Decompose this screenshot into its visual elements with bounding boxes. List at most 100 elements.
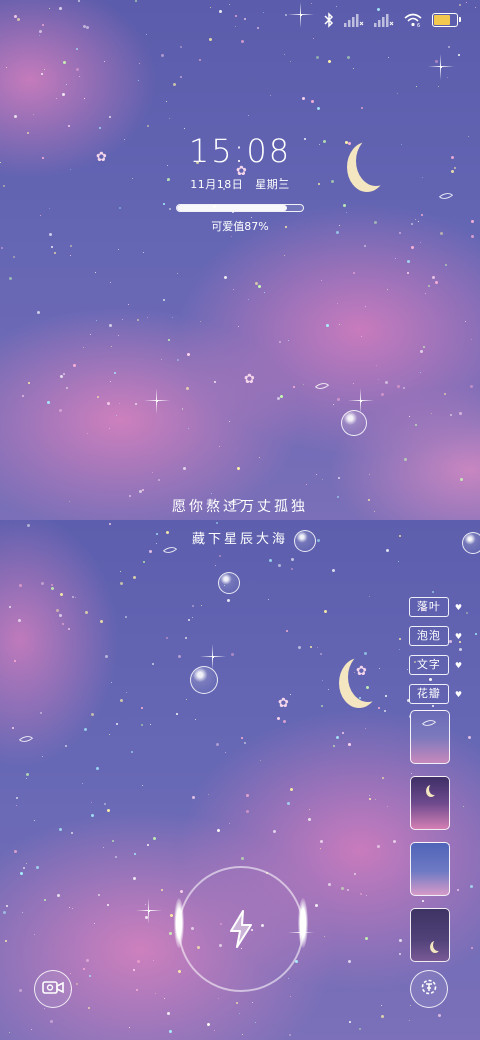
glitter-dot: [122, 319, 123, 320]
glitter-dot: [432, 705, 434, 707]
effect-item-petals[interactable]: 花瓣 ♥: [408, 684, 462, 704]
glitter-dot: [137, 319, 139, 321]
glitter-dot: [398, 561, 399, 562]
glitter-dot: [69, 907, 70, 908]
glitter-dot: [26, 778, 27, 779]
glitter-dot: [353, 272, 355, 274]
glitter-dot: [17, 18, 20, 21]
camera-button[interactable]: [34, 970, 72, 1008]
glitter-dot: [322, 680, 323, 681]
wallpaper-thumb-4[interactable]: [410, 908, 450, 962]
glitter-dot: [466, 612, 468, 614]
glitter-dot: [137, 960, 140, 963]
glitter-dot: [169, 932, 172, 935]
glitter-dot: [142, 785, 143, 786]
effect-button-text[interactable]: 文字: [408, 655, 449, 675]
glitter-dot: [84, 728, 87, 731]
glitter-dot: [252, 1002, 253, 1003]
glitter-dot: [278, 564, 281, 567]
glitter-dot: [14, 660, 16, 662]
wallpaper-thumb-3[interactable]: [410, 842, 450, 896]
crescent-moon: [433, 939, 443, 951]
glitter-dot: [173, 83, 176, 86]
glitter-dot: [235, 15, 237, 17]
glitter-dot: [214, 381, 216, 383]
glitter-dot: [169, 118, 170, 119]
glitter-dot: [361, 107, 363, 109]
glitter-dot: [348, 960, 351, 963]
glitter-dot: [119, 403, 120, 404]
effect-item-text[interactable]: 文字 ♥: [408, 655, 462, 675]
glitter-dot: [59, 409, 62, 412]
quote-line-1: 愿你熬过万丈孤独: [172, 499, 308, 515]
theme-settings-button[interactable]: [410, 970, 448, 1008]
effect-item-leaves[interactable]: 落叶 ♥: [408, 597, 462, 617]
glitter-dot: [91, 802, 92, 803]
glitter-dot: [51, 246, 53, 248]
glitter-dot: [457, 889, 459, 891]
glitter-dot: [138, 80, 139, 81]
glitter-dot: [76, 983, 78, 985]
glitter-dot: [257, 27, 259, 29]
glitter-dot: [407, 260, 410, 263]
glitter-dot: [44, 69, 45, 70]
glitter-dot: [404, 458, 407, 461]
charging-ring[interactable]: [174, 866, 308, 992]
glitter-dot: [129, 1027, 130, 1028]
glitter-dot: [192, 605, 194, 607]
lock-screen-scene: ✿ ✿ ✿ 6 15:08 11月18日 星期三 可爱值87% 愿你熬过万丈孤独: [0, 0, 480, 520]
glitter-dot: [199, 59, 201, 61]
glitter-dot: [186, 699, 187, 700]
glitter-dot: [438, 86, 439, 87]
glitter-dot: [116, 415, 117, 416]
glitter-dot: [409, 416, 410, 417]
glitter-dot: [332, 569, 335, 572]
glitter-dot: [26, 863, 27, 864]
effect-button-leaves[interactable]: 落叶: [408, 597, 449, 617]
glitter-dot: [116, 723, 118, 725]
glitter-dot: [237, 467, 240, 470]
glitter-dot: [166, 637, 168, 639]
glitter-dot: [95, 272, 96, 273]
glitter-dot: [459, 412, 462, 415]
glitter-dot: [14, 850, 17, 853]
glitter-dot: [447, 77, 448, 78]
glitter-dot: [118, 249, 119, 250]
glitter-dot: [27, 524, 30, 527]
glitter-dot: [86, 26, 89, 29]
glitter-dot: [109, 523, 111, 525]
glitter-dot: [233, 289, 234, 290]
wallpaper-thumb-2[interactable]: [410, 776, 450, 830]
glitter-dot: [72, 908, 73, 909]
glitter-dot: [343, 204, 346, 207]
glitter-dot: [320, 840, 323, 843]
glitter-dot: [388, 57, 389, 58]
glitter-dot: [76, 68, 79, 71]
wallpaper-thumb-1[interactable]: [410, 710, 450, 764]
glitter-dot: [208, 794, 209, 795]
glitter-dot: [63, 61, 66, 64]
glitter-dot: [34, 934, 35, 935]
glitter-dot: [41, 582, 44, 585]
glitter-dot: [342, 732, 344, 734]
glitter-dot: [375, 799, 376, 800]
glitter-dot: [73, 364, 76, 367]
glitter-dot: [308, 818, 311, 821]
glitter-dot: [347, 56, 350, 59]
lock-clock: 15:08: [188, 132, 292, 170]
glitter-dot: [463, 806, 464, 807]
effect-button-bubbles[interactable]: 泡泡: [408, 626, 449, 646]
glitter-dot: [90, 334, 91, 335]
effect-button-petals[interactable]: 花瓣: [408, 684, 449, 704]
glitter-dot: [288, 978, 289, 979]
glitter-dot: [47, 401, 50, 404]
battery-charging-icon: [432, 13, 461, 27]
glitter-dot: [399, 649, 400, 650]
glitter-dot: [207, 1023, 210, 1026]
glitter-dot: [316, 56, 319, 59]
effect-item-bubbles[interactable]: 泡泡 ♥: [408, 626, 462, 646]
glitter-dot: [136, 989, 138, 991]
glitter-dot: [366, 895, 367, 896]
glitter-dot: [50, 1020, 53, 1023]
glitter-dot: [311, 100, 314, 103]
